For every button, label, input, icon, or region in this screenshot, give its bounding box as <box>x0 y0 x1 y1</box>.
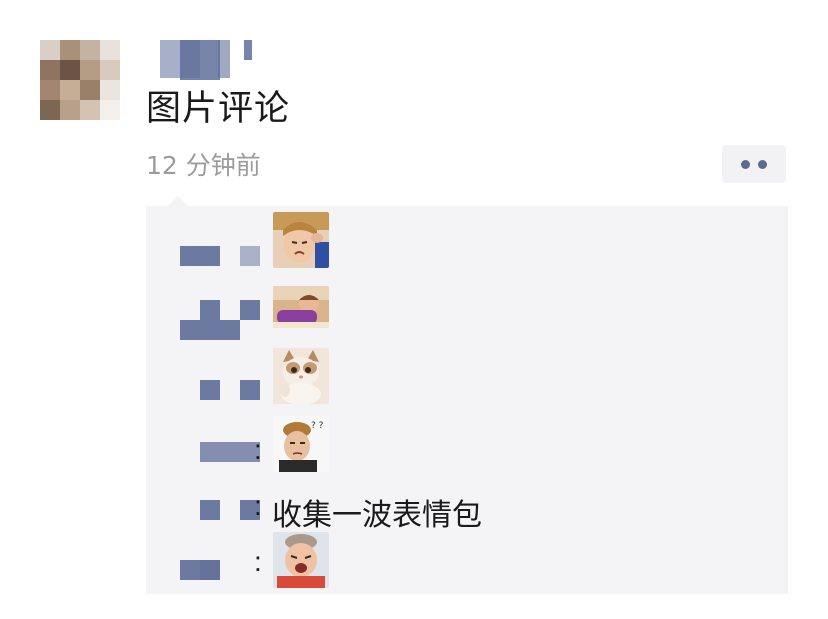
dot-icon <box>758 159 767 169</box>
list-item: : ? ? <box>146 416 788 476</box>
post-timestamp: 12 分钟前 <box>146 151 261 180</box>
username[interactable] <box>160 40 260 80</box>
screaming-woman-sticker[interactable] <box>273 532 329 588</box>
post-text: 图片评论 <box>146 89 291 129</box>
commenter-name[interactable] <box>180 320 240 340</box>
avatar[interactable] <box>40 40 120 120</box>
dot-icon <box>741 159 750 169</box>
comment-caret <box>168 196 188 206</box>
commenter-name[interactable] <box>200 442 260 462</box>
lying-woman-sticker[interactable] <box>273 286 329 328</box>
list-item <box>146 348 788 408</box>
crying-woman-sticker[interactable] <box>273 212 329 268</box>
cat-sticker[interactable] <box>273 348 329 404</box>
list-item: : <box>146 532 788 592</box>
svg-text:? ?: ? ? <box>311 421 324 431</box>
commenter-name[interactable] <box>200 380 220 400</box>
comment-list: : ? ? : 收集一波表情包 : <box>146 206 788 594</box>
more-options-button[interactable] <box>722 145 786 183</box>
list-item <box>146 286 788 346</box>
comment-text: 收集一波表情包 <box>272 498 482 533</box>
commenter-name[interactable] <box>180 246 220 266</box>
confused-woman-sticker[interactable]: ? ? <box>273 416 329 472</box>
commenter-name[interactable] <box>200 500 220 520</box>
list-item <box>146 212 788 272</box>
